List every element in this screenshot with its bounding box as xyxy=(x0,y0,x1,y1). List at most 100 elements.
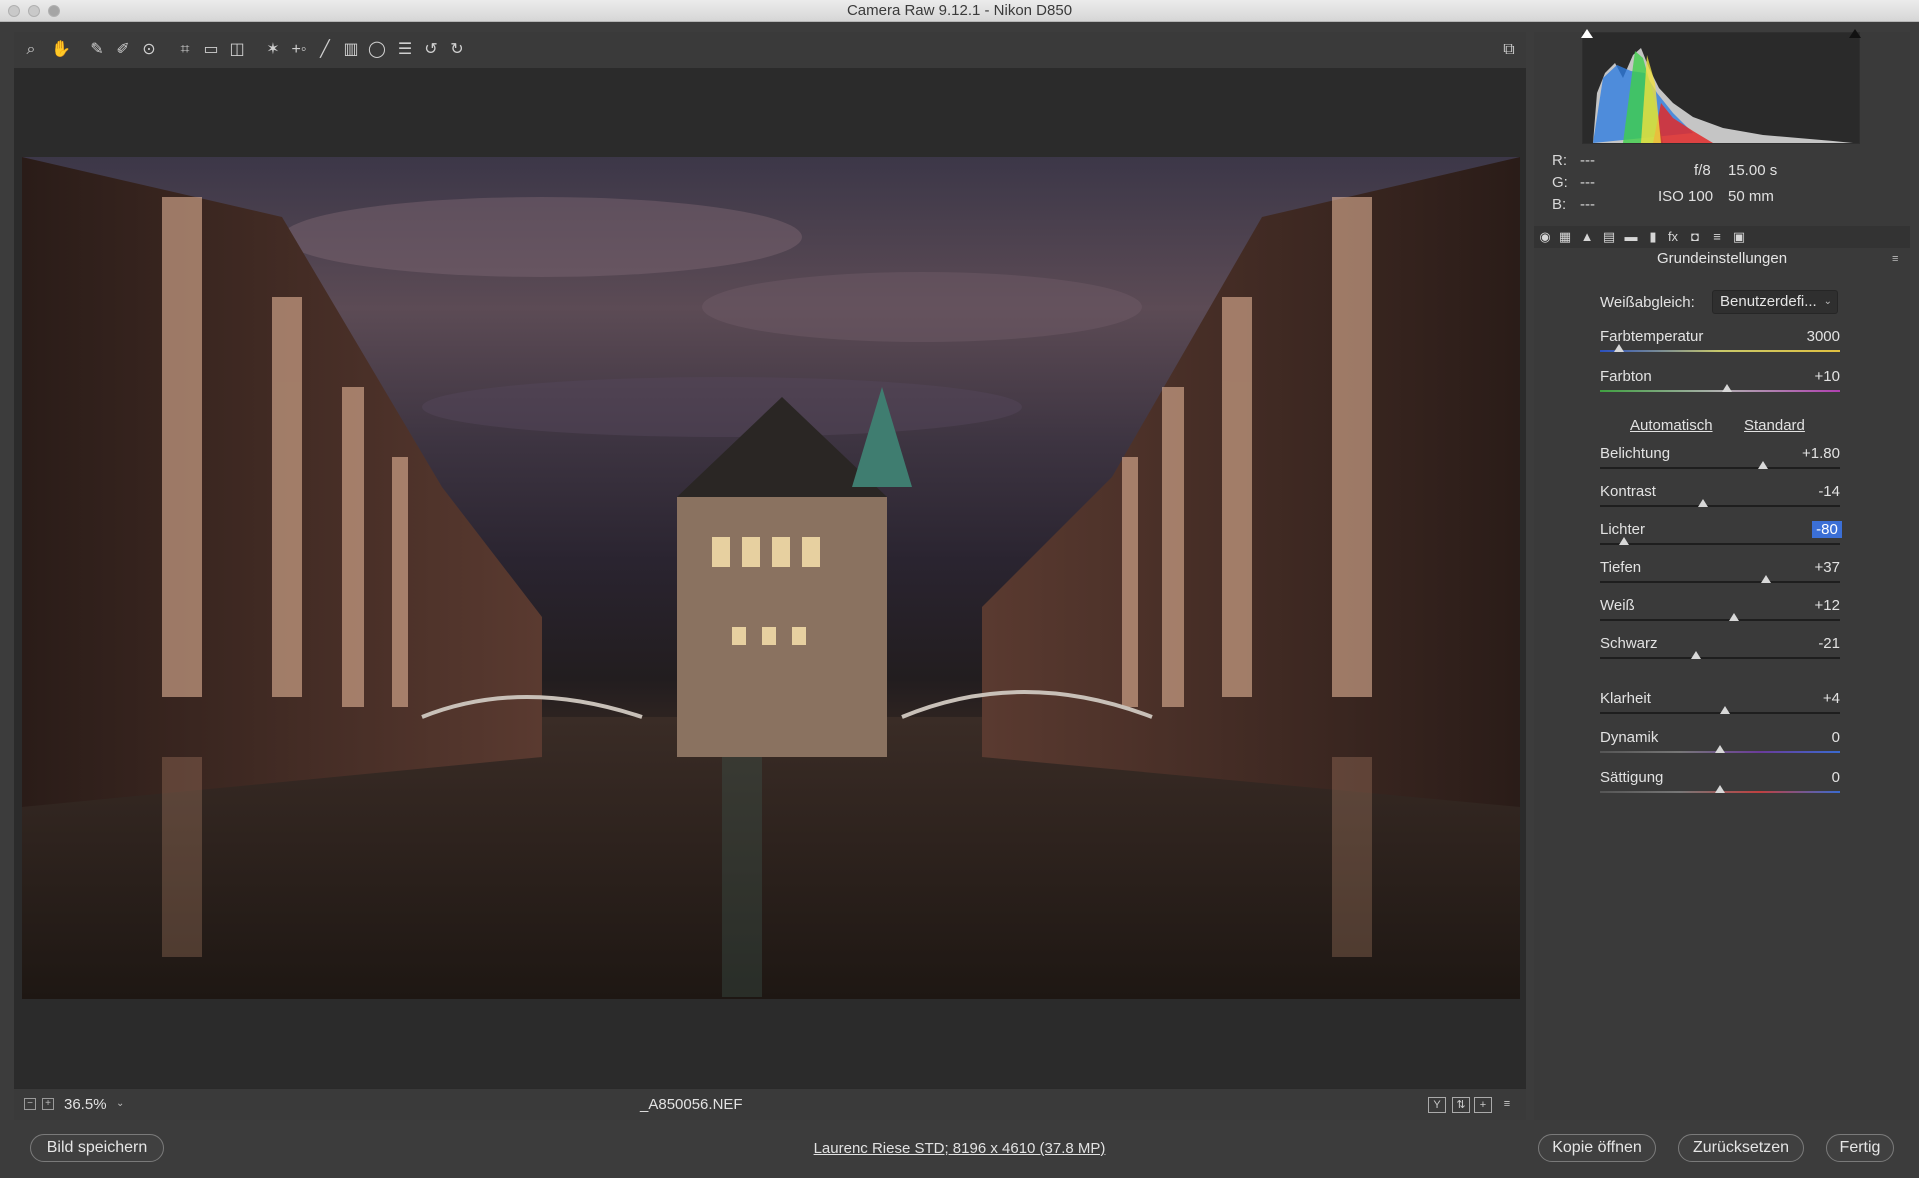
shadow-clipping-icon[interactable] xyxy=(1581,29,1593,38)
swap-settings-icon[interactable]: ⇅ xyxy=(1452,1097,1470,1113)
transform-icon[interactable]: ◫ xyxy=(226,39,248,61)
shadows-slider-track[interactable] xyxy=(1600,581,1840,583)
snapshots-icon[interactable]: ▣ xyxy=(1730,229,1748,245)
highlights-slider-track[interactable] xyxy=(1600,543,1840,545)
contrast-slider-thumb[interactable] xyxy=(1698,499,1709,507)
lens-corrections-icon[interactable]: ▮ xyxy=(1644,229,1662,245)
split-toning-icon[interactable]: ▬ xyxy=(1622,229,1640,245)
rotate-left-icon[interactable]: ↺ xyxy=(420,39,442,61)
zoom-icon[interactable]: ⌕ xyxy=(20,39,42,61)
whites-slider-thumb[interactable] xyxy=(1729,613,1740,621)
highlights-label: Lichter xyxy=(1600,521,1646,538)
saturation-value[interactable]: 0 xyxy=(1784,769,1840,786)
focal-length-value: 50 mm xyxy=(1728,188,1774,205)
histogram xyxy=(1581,29,1861,144)
effects-icon[interactable]: fx xyxy=(1664,229,1682,245)
blacks-value[interactable]: -21 xyxy=(1784,635,1840,652)
exposure-value[interactable]: +1.80 xyxy=(1784,445,1840,462)
temperature-value[interactable]: 3000 xyxy=(1784,328,1840,345)
copy-settings-icon[interactable]: + xyxy=(1474,1097,1492,1113)
b-label: B: xyxy=(1552,196,1567,213)
tone-curve-icon[interactable]: ▦ xyxy=(1556,229,1574,245)
white-balance-label: Weißabgleich: xyxy=(1600,294,1695,311)
image-info-label[interactable]: Laurenc Riese STD; 8196 x 4610 (37.8 MP) xyxy=(814,1140,1106,1157)
before-after-icon[interactable]: Y xyxy=(1428,1097,1446,1113)
auto-link[interactable]: Automatisch xyxy=(1630,417,1713,434)
radial-filter-icon[interactable]: ◯ xyxy=(366,39,388,61)
default-link[interactable]: Standard xyxy=(1744,417,1805,434)
whites-value[interactable]: +12 xyxy=(1784,597,1840,614)
blacks-slider-thumb[interactable] xyxy=(1691,651,1701,659)
hand-icon[interactable]: ✋ xyxy=(50,39,72,61)
tint-slider-thumb[interactable] xyxy=(1722,384,1733,392)
status-bar: − + 36.5% ⌄ _A850056.NEF Y ⇅ + ≡ xyxy=(14,1088,1526,1120)
basic-panel-icon[interactable]: ◉ xyxy=(1536,229,1554,245)
highlights-slider-thumb[interactable] xyxy=(1619,537,1629,545)
whites-label: Weiß xyxy=(1600,597,1635,614)
image-canvas[interactable] xyxy=(14,68,1526,1088)
clarity-slider-thumb[interactable] xyxy=(1719,706,1730,714)
fullscreen-icon[interactable]: ⧉ xyxy=(1498,39,1520,61)
highlights-value[interactable]: -80 xyxy=(1812,521,1842,538)
hsl-icon[interactable]: ▤ xyxy=(1600,229,1618,245)
chevron-down-icon: ⌄ xyxy=(1823,296,1832,307)
presets-icon[interactable]: ≡ xyxy=(1708,229,1726,245)
vibrance-slider-thumb[interactable] xyxy=(1715,745,1725,753)
tool-bar: ⌕ ✋ ✎ ✐ ⊙ ⌗ ▭ ◫ ✶ +◦ ╱ ▥ ◯ ☰ ↺ ↻ ⧉ xyxy=(14,32,1526,68)
shutter-value: 15.00 s xyxy=(1728,162,1778,179)
shadows-label: Tiefen xyxy=(1600,559,1642,576)
contrast-value[interactable]: -14 xyxy=(1784,483,1840,500)
close-window-button[interactable] xyxy=(8,5,20,17)
temperature-slider-thumb[interactable] xyxy=(1614,344,1625,352)
eyedropper-icon[interactable]: ✎ xyxy=(86,39,108,61)
panel-menu-icon[interactable]: ≡ xyxy=(1892,254,1904,265)
chevron-down-icon[interactable]: ⌄ xyxy=(116,1098,124,1109)
g-label: G: xyxy=(1552,174,1568,191)
r-value: --- xyxy=(1580,152,1595,169)
tint-value[interactable]: +10 xyxy=(1784,368,1840,385)
shadows-slider-thumb[interactable] xyxy=(1760,575,1771,583)
zoom-window-button[interactable] xyxy=(48,5,60,17)
zoom-out-button[interactable]: − xyxy=(24,1098,36,1110)
photo-preview xyxy=(22,157,1520,999)
straighten-icon[interactable]: ▭ xyxy=(200,39,222,61)
saturation-slider-thumb[interactable] xyxy=(1715,785,1725,793)
adjustment-brush-icon[interactable]: ╱ xyxy=(314,39,336,61)
red-eye-icon[interactable]: +◦ xyxy=(288,39,310,61)
vibrance-label: Dynamik xyxy=(1600,729,1659,746)
spot-removal-icon[interactable]: ✶ xyxy=(262,39,284,61)
window-title-bar: Camera Raw 9.12.1 - Nikon D850 xyxy=(0,0,1919,22)
photo-illustration xyxy=(22,157,1520,999)
vibrance-value[interactable]: 0 xyxy=(1784,729,1840,746)
done-button[interactable]: Fertig xyxy=(1826,1134,1894,1162)
target-adjust-icon[interactable]: ⊙ xyxy=(138,39,160,61)
contrast-slider-track[interactable] xyxy=(1600,505,1840,507)
shadows-value[interactable]: +37 xyxy=(1784,559,1840,576)
exposure-slider-thumb[interactable] xyxy=(1758,461,1769,469)
clarity-value[interactable]: +4 xyxy=(1784,690,1840,707)
detail-icon[interactable]: ▲ xyxy=(1578,229,1596,245)
tint-slider-track[interactable] xyxy=(1600,390,1840,392)
zoom-in-button[interactable]: + xyxy=(42,1098,54,1110)
open-copy-button[interactable]: Kopie öffnen xyxy=(1538,1134,1656,1162)
blacks-slider-track[interactable] xyxy=(1600,657,1840,659)
color-sampler-icon[interactable]: ✐ xyxy=(112,39,134,61)
aperture-value: f/8 xyxy=(1694,162,1711,179)
zoom-level[interactable]: 36.5% xyxy=(64,1096,107,1113)
reset-button[interactable]: Zurücksetzen xyxy=(1678,1134,1804,1162)
preferences-icon[interactable]: ☰ xyxy=(394,39,416,61)
panel-tab-bar: ◉ ▦ ▲ ▤ ▬ ▮ fx ◘ ≡ ▣ xyxy=(1534,226,1910,248)
minimize-window-button[interactable] xyxy=(28,5,40,17)
white-balance-select[interactable]: Benutzerdefi... ⌄ xyxy=(1712,290,1838,314)
blacks-label: Schwarz xyxy=(1600,635,1658,652)
whites-slider-track[interactable] xyxy=(1600,619,1840,621)
toggle-settings-icon[interactable]: ≡ xyxy=(1498,1097,1516,1113)
exposure-slider-track[interactable] xyxy=(1600,467,1840,469)
crop-icon[interactable]: ⌗ xyxy=(174,39,196,61)
graduated-filter-icon[interactable]: ▥ xyxy=(340,39,362,61)
temperature-slider-track[interactable] xyxy=(1600,350,1840,352)
rotate-right-icon[interactable]: ↻ xyxy=(446,39,468,61)
camera-calibration-icon[interactable]: ◘ xyxy=(1686,229,1704,245)
exposure-label: Belichtung xyxy=(1600,445,1671,462)
highlight-clipping-icon[interactable] xyxy=(1849,29,1861,38)
